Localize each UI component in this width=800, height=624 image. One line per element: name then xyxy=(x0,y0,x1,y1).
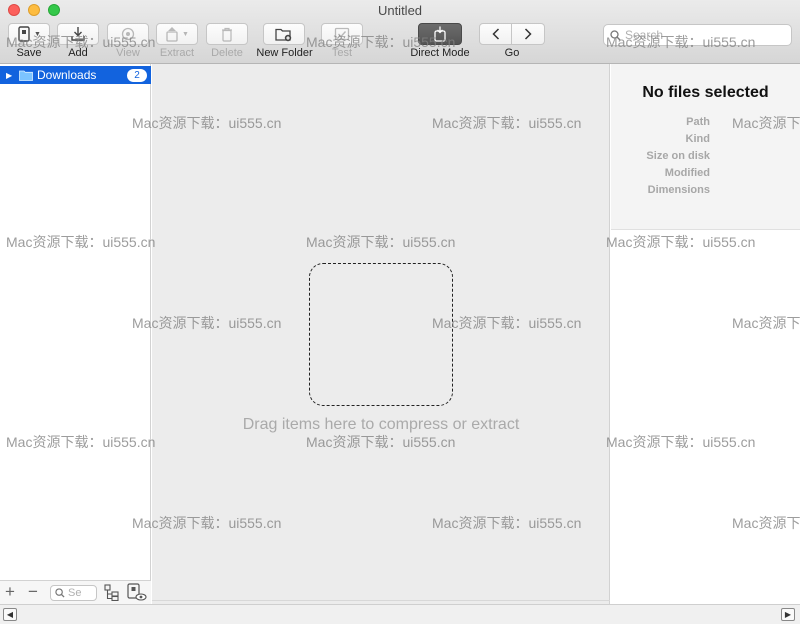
disclosure-triangle-icon[interactable]: ▶ xyxy=(6,71,16,80)
direct-mode-button[interactable] xyxy=(418,23,462,45)
search-icon xyxy=(610,29,621,40)
trash-icon xyxy=(222,27,232,42)
window-title: Untitled xyxy=(377,3,423,18)
sidebar-filter-input[interactable] xyxy=(68,587,94,599)
remove-location-button[interactable]: − xyxy=(28,582,38,602)
toolbar: Untitled ▼ Save Add View ▼ Extract Delet… xyxy=(0,0,800,64)
sidebar-bottom-bar: + − xyxy=(0,580,151,604)
archive-preview-icon[interactable] xyxy=(127,583,147,602)
view-button[interactable] xyxy=(107,23,149,45)
hierarchy-icon[interactable] xyxy=(104,584,120,601)
field-path-label: Path xyxy=(686,116,710,128)
delete-button[interactable] xyxy=(206,23,248,45)
inspector-panel: No files selected Path Kind Size on disk… xyxy=(611,64,800,604)
archive-icon xyxy=(18,26,30,42)
save-button[interactable]: ▼ xyxy=(8,23,50,45)
search-field[interactable] xyxy=(603,24,792,46)
count-badge: 2 xyxy=(127,68,147,82)
sidebar-item-label: Downloads xyxy=(37,68,97,82)
direct-mode-icon xyxy=(434,26,446,42)
chevron-left-icon xyxy=(491,28,499,40)
forward-button[interactable] xyxy=(512,23,545,45)
chevron-right-icon xyxy=(524,28,532,40)
new-folder-icon xyxy=(275,28,292,41)
test-label: Test xyxy=(331,47,353,59)
test-check-icon xyxy=(334,27,350,41)
add-button[interactable] xyxy=(57,23,99,45)
direct-mode-label: Direct Mode xyxy=(410,47,470,59)
drop-hint: Drag items here to compress or extract xyxy=(242,416,520,433)
archive-content-area[interactable]: Drag items here to compress or extract xyxy=(152,64,610,604)
eye-icon xyxy=(121,27,135,41)
go-label: Go xyxy=(504,47,520,59)
scroll-right-arrow-icon[interactable]: ▶ xyxy=(781,608,795,621)
field-dimensions-label: Dimensions xyxy=(647,184,710,196)
add-download-icon xyxy=(71,27,85,41)
extract-icon xyxy=(166,27,178,42)
add-location-button[interactable]: + xyxy=(5,582,15,602)
delete-label: Delete xyxy=(211,47,243,59)
back-button[interactable] xyxy=(479,23,512,45)
new-folder-button[interactable] xyxy=(263,23,305,45)
inspector-header: No files selected Path Kind Size on disk… xyxy=(611,64,800,230)
search-input[interactable] xyxy=(625,28,785,42)
new-folder-label: New Folder xyxy=(256,47,313,59)
drop-target[interactable] xyxy=(309,263,453,406)
search-icon xyxy=(55,588,65,598)
extract-button[interactable]: ▼ xyxy=(156,23,198,45)
view-label: View xyxy=(116,47,140,59)
scroll-left-arrow-icon[interactable]: ◀ xyxy=(3,608,17,621)
add-label: Add xyxy=(68,47,88,59)
field-size-label: Size on disk xyxy=(646,150,710,162)
chevron-down-icon: ▼ xyxy=(182,30,189,38)
sidebar-item-downloads[interactable]: ▶ Downloads 2 xyxy=(0,66,151,84)
chevron-down-icon: ▼ xyxy=(34,30,41,38)
inspector-title: No files selected xyxy=(642,84,769,101)
folder-icon xyxy=(19,70,33,81)
horizontal-scrollbar[interactable]: ◀ ▶ xyxy=(0,604,800,624)
field-kind-label: Kind xyxy=(685,133,710,145)
save-label: Save xyxy=(16,47,42,59)
sidebar-filter-field[interactable] xyxy=(50,585,97,601)
sidebar: ▶ Downloads 2 xyxy=(0,64,151,604)
test-button[interactable] xyxy=(321,23,363,45)
extract-label: Extract xyxy=(159,47,195,59)
field-modified-label: Modified xyxy=(664,167,710,179)
